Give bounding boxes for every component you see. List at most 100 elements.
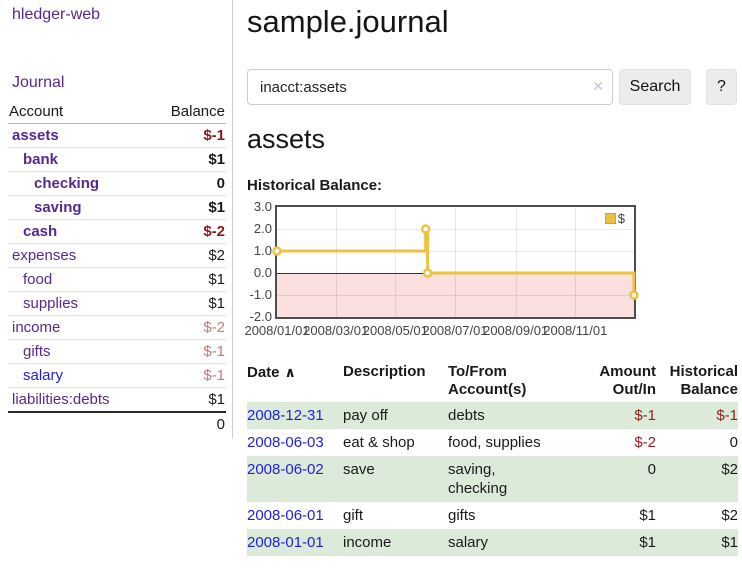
- data-point-marker: [631, 292, 638, 299]
- register-col-header[interactable]: Historical Balance: [656, 361, 738, 402]
- account-link[interactable]: cash: [23, 223, 57, 240]
- account-balance: $2: [149, 244, 226, 268]
- accounts-col-balance: Balance: [149, 100, 226, 124]
- transaction-date-link[interactable]: 2008-06-02: [247, 461, 324, 478]
- clear-search-icon[interactable]: ✕: [592, 78, 604, 95]
- search-button[interactable]: Search: [619, 69, 691, 105]
- page-title: sample.journal: [247, 4, 449, 40]
- transaction-balance: $-1: [656, 402, 738, 429]
- transaction-description: gift: [343, 502, 448, 529]
- register-col-header[interactable]: Description: [343, 361, 448, 402]
- account-balance: $-1: [149, 364, 226, 388]
- search-field-wrap: ✕: [247, 69, 613, 105]
- legend-swatch-icon: [605, 213, 616, 224]
- sort-ascending-icon[interactable]: ∧: [285, 364, 296, 380]
- account-link[interactable]: saving: [34, 199, 82, 216]
- chart-x-axis: 2008/01/012008/03/012008/05/012008/07/01…: [277, 323, 634, 339]
- account-link[interactable]: income: [12, 319, 60, 336]
- x-tick-label: 2008/01/01: [244, 323, 309, 338]
- transaction-accounts: food, supplies: [448, 429, 579, 456]
- accounts-total: 0: [149, 412, 226, 436]
- y-tick-label: 0.0: [238, 266, 272, 280]
- account-row: expenses $2: [8, 244, 226, 268]
- transaction-balance: $1: [656, 529, 738, 556]
- search-input[interactable]: [247, 69, 613, 105]
- account-link[interactable]: assets: [12, 127, 59, 144]
- account-row: gifts $-1: [8, 340, 226, 364]
- account-row: income $-2: [8, 316, 226, 340]
- accounts-table: Account Balance assets$-1bank$1checking0…: [8, 100, 226, 436]
- account-balance: $1: [149, 268, 226, 292]
- register-col-header[interactable]: To/From Account(s): [448, 361, 579, 402]
- transaction-accounts: gifts: [448, 502, 579, 529]
- register-table: Date∧DescriptionTo/From Account(s)Amount…: [247, 361, 738, 556]
- transaction-amount: $1: [579, 502, 656, 529]
- account-row: food $1: [8, 268, 226, 292]
- account-row: assets$-1: [8, 124, 226, 148]
- account-link[interactable]: liabilities:debts: [12, 391, 110, 408]
- transaction-date-link[interactable]: 2008-06-01: [247, 507, 324, 524]
- x-tick-label: 2008/09/01: [483, 323, 548, 338]
- sidebar: hledger-web Journal Account Balance asse…: [0, 0, 233, 438]
- help-button[interactable]: ?: [706, 69, 737, 105]
- account-balance: 0: [149, 172, 226, 196]
- account-row: salary $-1: [8, 364, 226, 388]
- account-row: checking 0: [8, 172, 226, 196]
- account-link[interactable]: food: [23, 271, 52, 288]
- transaction-balance: $2: [656, 502, 738, 529]
- account-link[interactable]: supplies: [23, 295, 78, 312]
- sidebar-item-journal[interactable]: Journal: [12, 74, 64, 92]
- account-heading: assets: [247, 124, 325, 155]
- transaction-description: pay off: [343, 402, 448, 429]
- account-link[interactable]: checking: [34, 175, 99, 192]
- register-row[interactable]: 2008-01-01incomesalary$1$1: [247, 529, 738, 556]
- brand-link[interactable]: hledger-web: [12, 6, 100, 24]
- register-row[interactable]: 2008-06-03eat & shopfood, supplies$-20: [247, 429, 738, 456]
- account-balance: $-2: [149, 316, 226, 340]
- account-balance: $1: [149, 292, 226, 316]
- accounts-col-account: Account: [8, 100, 149, 124]
- transaction-description: save: [343, 456, 448, 502]
- y-tick-label: -1.0: [238, 288, 272, 302]
- account-link[interactable]: salary: [23, 367, 63, 384]
- y-tick-label: -2.0: [238, 310, 272, 324]
- transaction-balance: 0: [656, 429, 738, 456]
- transaction-amount: 0: [579, 456, 656, 502]
- transaction-accounts: saving, checking: [448, 456, 579, 502]
- register-row[interactable]: 2008-06-01 giftgifts$1$2: [247, 502, 738, 529]
- y-tick-label: 3.0: [238, 200, 272, 214]
- account-balance: $1: [149, 196, 226, 220]
- y-tick-label: 2.0: [238, 222, 272, 236]
- register-row[interactable]: 2008-06-02 savesaving, checking0$2: [247, 456, 738, 502]
- register-col-header[interactable]: Amount Out/In: [579, 361, 656, 402]
- account-balance: $-2: [149, 220, 226, 244]
- account-link[interactable]: gifts: [23, 343, 51, 360]
- transaction-date-link[interactable]: 2008-12-31: [247, 407, 324, 424]
- transaction-description: eat & shop: [343, 429, 448, 456]
- transaction-balance: $2: [656, 456, 738, 502]
- balance-chart[interactable]: $: [275, 205, 636, 319]
- chart-title: Historical Balance:: [247, 177, 382, 194]
- legend-label: $: [618, 211, 625, 226]
- transaction-accounts: debts: [448, 402, 579, 429]
- account-balance: $-1: [149, 340, 226, 364]
- account-row: saving $1: [8, 196, 226, 220]
- transaction-amount: $-1: [579, 402, 656, 429]
- account-link[interactable]: bank: [23, 151, 58, 168]
- hledger-web-window: hledger-web Journal Account Balance asse…: [0, 0, 742, 582]
- x-tick-label: 2008/03/01: [303, 323, 368, 338]
- account-row: cash $-2: [8, 220, 226, 244]
- chart-legend: $: [605, 211, 625, 226]
- transaction-date-link[interactable]: 2008-01-01: [247, 534, 324, 551]
- account-row: liabilities:debts $1: [8, 388, 226, 413]
- x-tick-label: 2008/07/01: [422, 323, 487, 338]
- accounts-total-row: 0: [8, 412, 226, 436]
- transaction-date-link[interactable]: 2008-06-03: [247, 434, 324, 451]
- account-link[interactable]: expenses: [12, 247, 76, 264]
- account-balance: $1: [149, 388, 226, 413]
- register-row[interactable]: 2008-12-31pay offdebts$-1$-1: [247, 402, 738, 429]
- register-header-row: Date∧DescriptionTo/From Account(s)Amount…: [247, 361, 738, 402]
- register-col-header[interactable]: Date∧: [247, 361, 343, 402]
- transaction-description: income: [343, 529, 448, 556]
- x-tick-label: 2008/11/01: [543, 323, 607, 338]
